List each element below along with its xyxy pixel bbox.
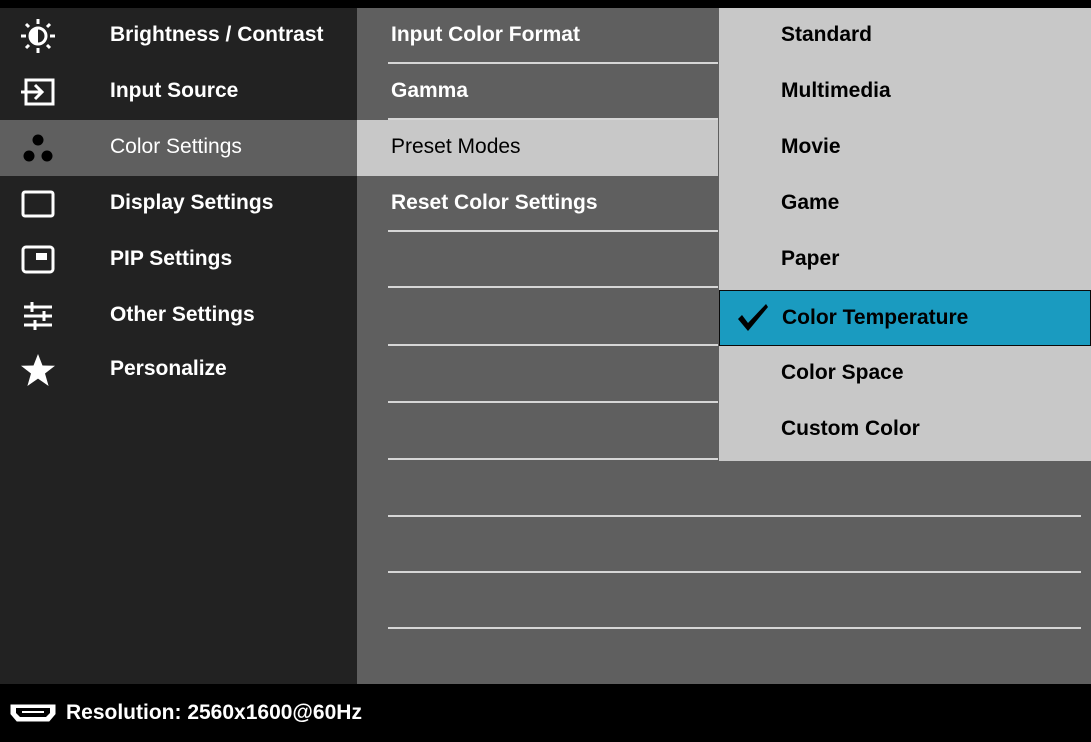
menu-item-other-settings[interactable]: Other Settings — [0, 288, 357, 344]
pip-icon — [20, 242, 56, 278]
option-label: Game — [781, 191, 840, 214]
color-settings-icon — [20, 130, 56, 166]
status-bar: Resolution: 2560x1600@60Hz — [0, 684, 1091, 742]
menu-item-color-settings[interactable]: Color Settings — [0, 120, 357, 176]
menu-item-label: Brightness / Contrast — [110, 23, 324, 46]
menu-item-display-settings[interactable]: Display Settings — [0, 176, 357, 232]
option-movie[interactable]: Movie — [719, 120, 1091, 176]
submenu-empty-row — [357, 232, 718, 288]
option-paper[interactable]: Paper — [719, 232, 1091, 288]
menu-item-label: Color Settings — [110, 135, 242, 158]
menu-item-label: PIP Settings — [110, 247, 233, 270]
input-source-icon — [20, 74, 56, 110]
sliders-icon — [20, 298, 56, 334]
submenu-empty-row — [357, 404, 718, 460]
menu-item-label: Other Settings — [110, 303, 255, 326]
divider — [388, 458, 718, 460]
divider — [388, 571, 1081, 573]
option-label: Movie — [781, 135, 841, 158]
option-custom-color[interactable]: Custom Color — [719, 402, 1091, 458]
submenu-item-label: Reset Color Settings — [391, 191, 598, 214]
submenu-item-label: Input Color Format — [391, 23, 580, 46]
option-label: Paper — [781, 247, 840, 270]
menu-item-label: Personalize — [110, 357, 227, 380]
option-label: Custom Color — [781, 417, 920, 440]
submenu-item-label: Gamma — [391, 79, 469, 102]
option-color-space[interactable]: Color Space — [719, 346, 1091, 402]
menu-item-input-source[interactable]: Input Source — [0, 64, 357, 120]
hdmi-port-icon — [8, 703, 58, 723]
submenu-item-reset-color-settings[interactable]: Reset Color Settings — [357, 176, 718, 232]
divider — [388, 515, 1081, 517]
top-bar — [0, 0, 1091, 8]
submenu-item-input-color-format[interactable]: Input Color Format — [357, 8, 718, 64]
brightness-icon — [20, 18, 56, 54]
star-icon — [20, 352, 56, 388]
menu-item-pip-settings[interactable]: PIP Settings — [0, 232, 357, 288]
preset-modes-list: Standard Multimedia Movie Game Paper Col… — [719, 8, 1091, 461]
option-label: Color Space — [781, 361, 904, 384]
divider — [388, 344, 718, 346]
menu-item-label: Display Settings — [110, 191, 274, 214]
menu-item-brightness-contrast[interactable]: Brightness / Contrast — [0, 8, 357, 64]
option-color-temperature[interactable]: Color Temperature — [719, 290, 1091, 346]
submenu-item-gamma[interactable]: Gamma — [357, 64, 718, 120]
option-multimedia[interactable]: Multimedia — [719, 64, 1091, 120]
option-standard[interactable]: Standard — [719, 8, 1091, 64]
checkmark-icon — [736, 301, 770, 335]
menu-item-label: Input Source — [110, 79, 239, 102]
resolution-text: Resolution: 2560x1600@60Hz — [66, 701, 362, 724]
option-label: Multimedia — [781, 79, 891, 102]
divider — [388, 286, 718, 288]
menu-item-personalize[interactable]: Personalize — [0, 342, 357, 398]
submenu-item-preset-modes[interactable]: Preset Modes — [357, 120, 718, 176]
divider — [388, 401, 718, 403]
option-label: Standard — [781, 23, 873, 46]
submenu-item-label: Preset Modes — [391, 135, 521, 158]
display-settings-icon — [20, 186, 56, 222]
submenu-empty-row — [357, 290, 718, 346]
submenu-empty-row — [357, 347, 718, 403]
option-game[interactable]: Game — [719, 176, 1091, 232]
option-label: Color Temperature — [782, 306, 969, 329]
main-menu: Brightness / Contrast Input Source Color… — [0, 8, 357, 684]
divider — [388, 627, 1081, 629]
